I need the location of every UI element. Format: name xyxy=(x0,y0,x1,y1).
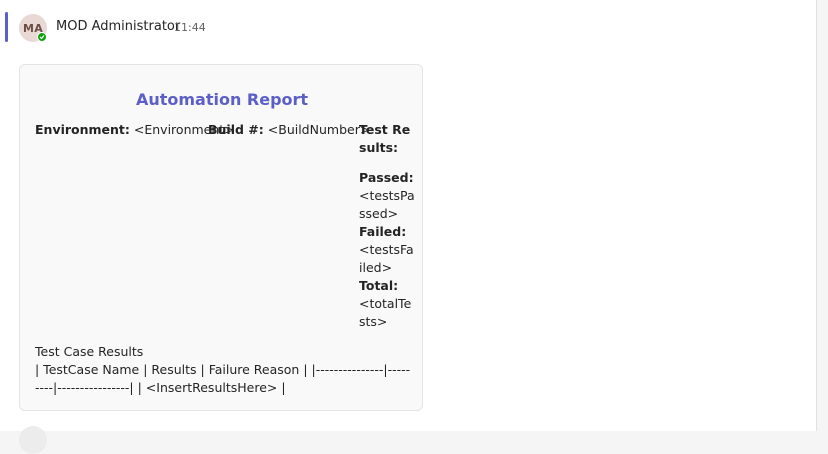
build-field: Build #: <BuildNumber> xyxy=(208,121,370,139)
environment-label: Environment: xyxy=(35,122,130,137)
message-accent-bar xyxy=(5,12,8,42)
next-message-avatar xyxy=(19,426,47,454)
test-results-column: Test Results: Passed: <testsPassed> Fail… xyxy=(359,121,415,331)
presence-available-icon xyxy=(37,32,47,42)
build-value: <BuildNumber> xyxy=(267,122,371,137)
test-case-results: Test Case Results | TestCase Name | Resu… xyxy=(35,343,413,397)
failed-value: <testsFailed> xyxy=(359,242,414,275)
environment-field: Environment: <Environment> xyxy=(35,121,235,139)
total-label: Total: xyxy=(359,278,399,293)
build-label: Build #: xyxy=(208,122,264,137)
sender-name[interactable]: MOD Administrator xyxy=(56,19,180,34)
test-results-label: Test Results: xyxy=(359,122,411,155)
pane-divider xyxy=(816,0,817,431)
table-heading: Test Case Results xyxy=(35,344,144,359)
total-value: <totalTests> xyxy=(359,296,412,329)
message-timestamp: 11:44 xyxy=(174,21,206,34)
passed-value: <testsPassed> xyxy=(359,188,415,221)
table-markdown: | TestCase Name | Results | Failure Reas… xyxy=(35,362,411,395)
chat-pane: MA MOD Administrator 11:44 Automation Re… xyxy=(0,0,816,454)
adaptive-card: Automation Report Environment: <Environm… xyxy=(19,64,423,411)
failed-label: Failed: xyxy=(359,224,407,239)
card-title: Automation Report xyxy=(135,90,309,109)
passed-label: Passed: xyxy=(359,170,414,185)
